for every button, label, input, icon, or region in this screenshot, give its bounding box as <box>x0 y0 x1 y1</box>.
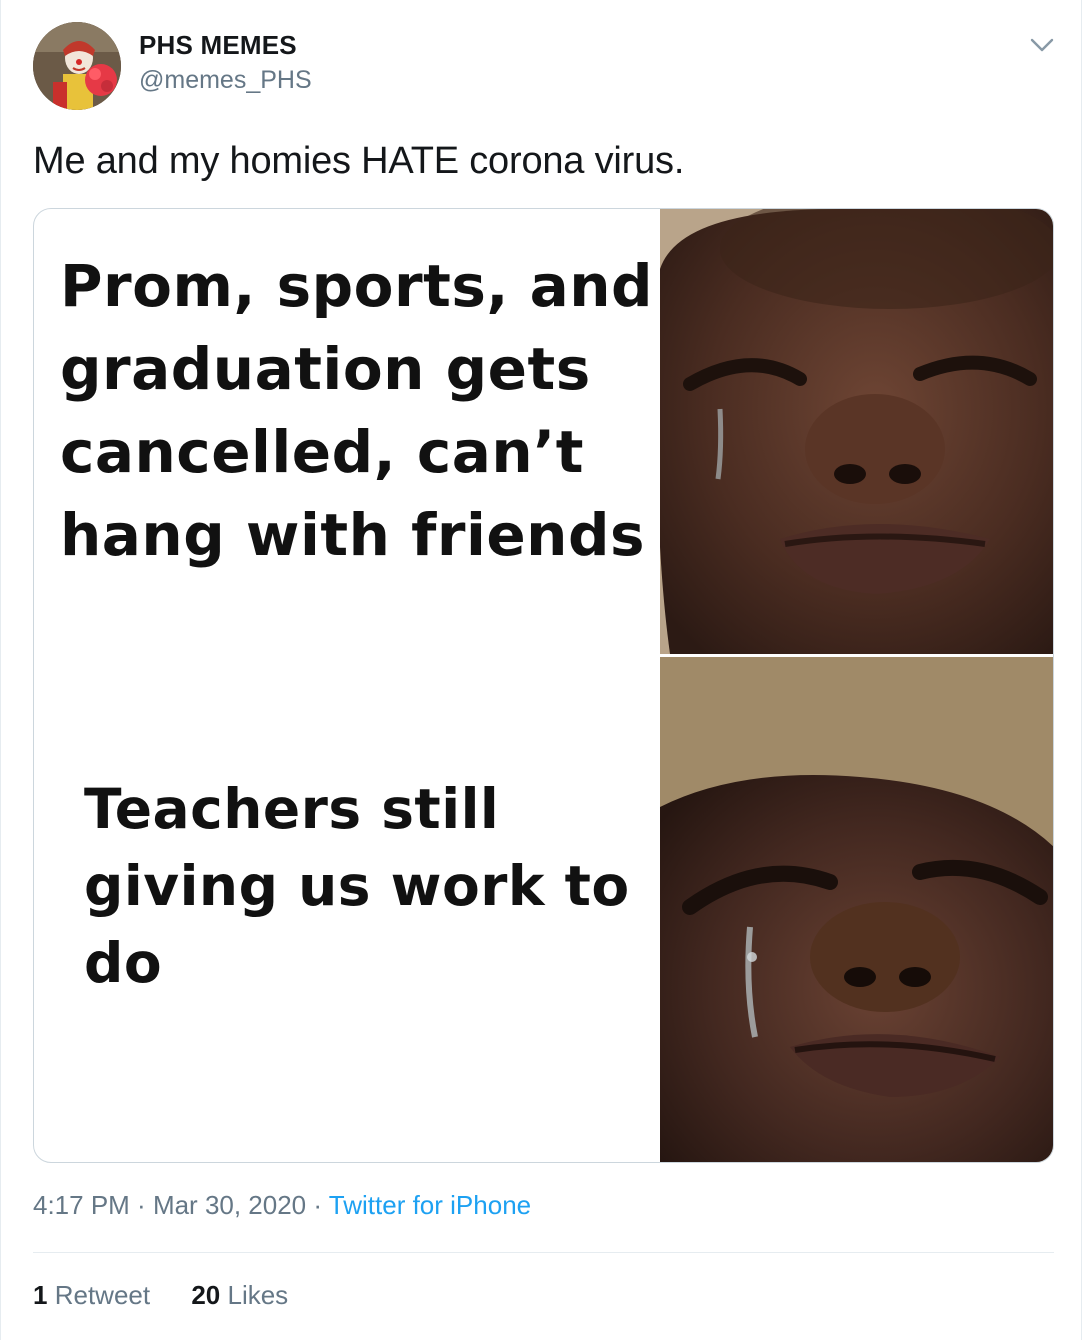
tweet-time[interactable]: 4:17 PM <box>33 1190 130 1220</box>
author-display-name[interactable]: PHS MEMES <box>139 30 297 61</box>
retweets-stat[interactable]: 1 Retweet <box>33 1280 150 1310</box>
likes-count: 20 <box>191 1280 221 1310</box>
meme-bottom-caption: Teachers still giving us work to do <box>84 777 630 995</box>
tweet-text: Me and my homies HATE corona virus. <box>33 140 685 182</box>
tweet-media-image[interactable]: Prom, sports, and graduation gets cancel… <box>33 208 1054 1163</box>
smiling-face-with-tears-photo <box>660 209 1053 654</box>
chevron-down-icon <box>1030 38 1054 52</box>
meta-separator: · <box>306 1190 329 1220</box>
likes-stat[interactable]: 20 Likes <box>191 1280 288 1310</box>
crying-face-photo <box>660 657 1053 1162</box>
tweet-metadata: 4:17 PM · Mar 30, 2020 · Twitter for iPh… <box>33 1190 531 1221</box>
clown-avatar-icon <box>33 22 121 110</box>
meme-top-caption: Prom, sports, and graduation gets cancel… <box>60 252 654 569</box>
retweets-label: Retweet <box>54 1280 151 1310</box>
tweet-source-link[interactable]: Twitter for iPhone <box>329 1190 531 1220</box>
author-handle[interactable]: @memes_PHS <box>139 66 312 95</box>
tweet-stats: 1 Retweet 20 Likes <box>33 1280 322 1311</box>
retweets-count: 1 <box>33 1280 48 1310</box>
author-avatar[interactable] <box>33 22 121 110</box>
likes-label: Likes <box>227 1280 289 1310</box>
tweet-card: PHS MEMES @memes_PHS Me and my homies HA… <box>0 0 1082 1340</box>
tweet-menu-button[interactable] <box>1027 30 1057 60</box>
meta-separator: · <box>129 1190 153 1220</box>
divider <box>33 1252 1054 1253</box>
tweet-date[interactable]: Mar 30, 2020 <box>153 1190 306 1220</box>
